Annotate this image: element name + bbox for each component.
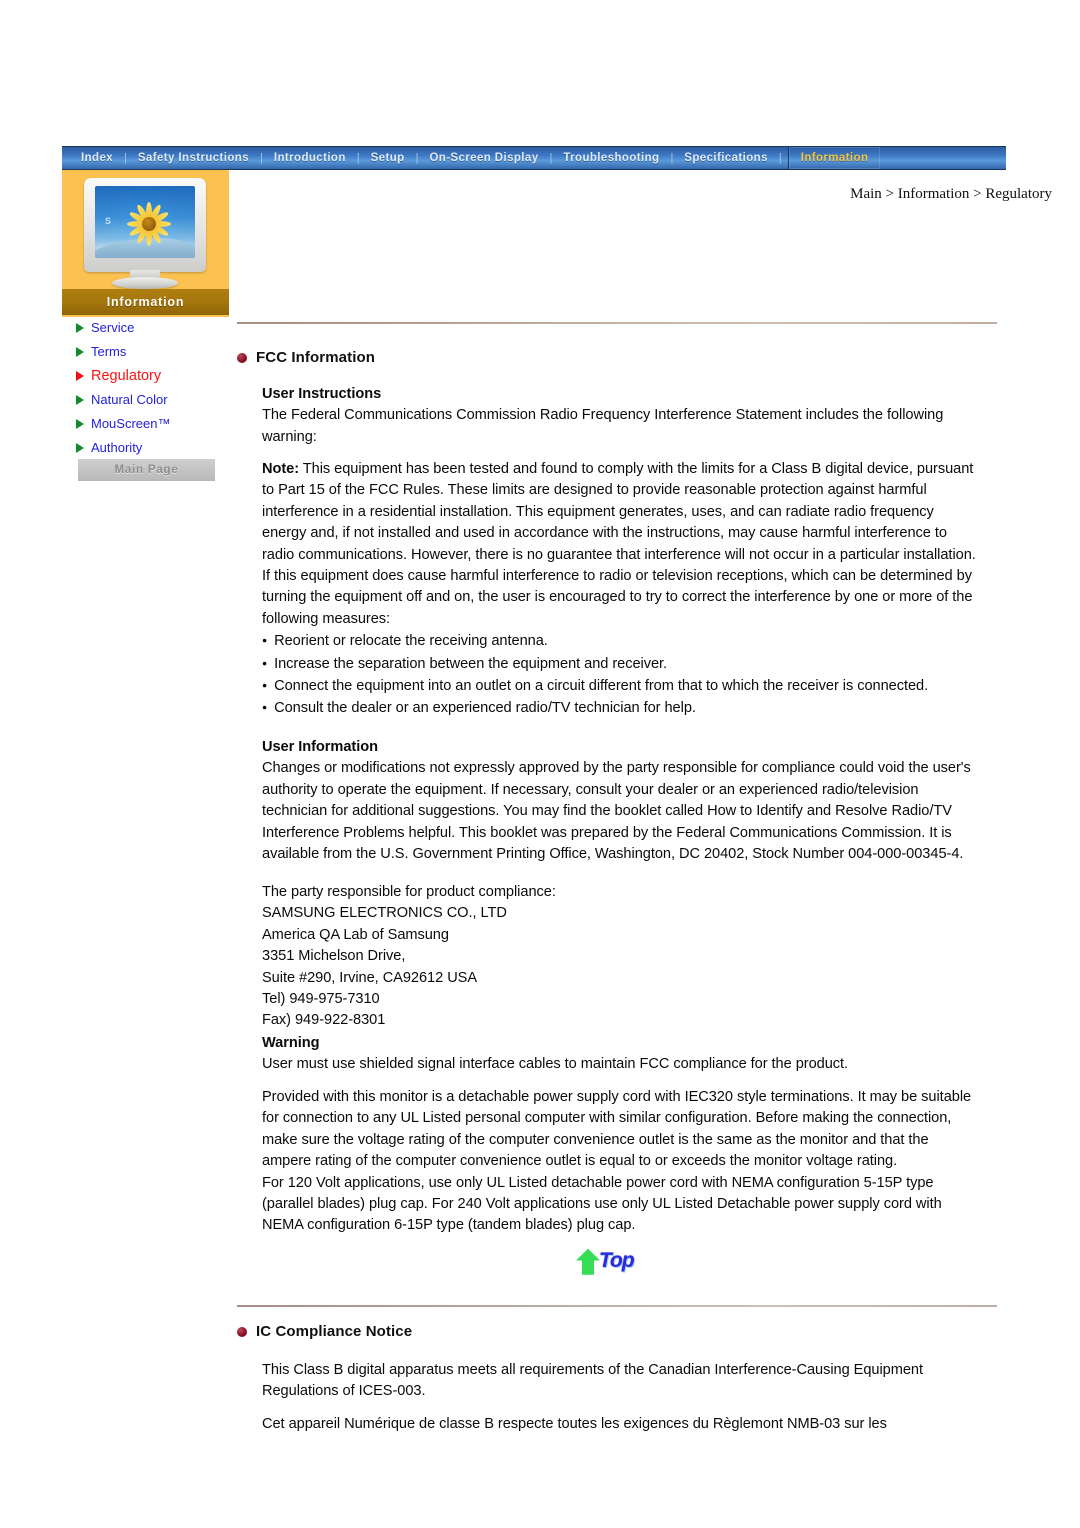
nav-item-troubleshooting[interactable]: Troubleshooting <box>554 147 668 169</box>
warning-body: User must use shielded signal interface … <box>262 1056 849 1073</box>
ic-french-body: Cet appareil Numérique de classe B respe… <box>262 1416 887 1432</box>
sidebar-item-label: Authority <box>91 440 143 455</box>
fcc-information-heading-label: FCC Information <box>256 349 375 366</box>
nav-separator: | <box>124 152 127 164</box>
page-root: Index | Safety Instructions | Introducti… <box>0 0 1080 1528</box>
monitor-bezel: S <box>84 178 206 272</box>
maroon-dot-icon <box>237 352 247 363</box>
measure-item: Connect the equipment into an outlet on … <box>262 675 978 697</box>
sidebar-section-label: Information <box>106 295 185 309</box>
triangle-bullet-icon <box>76 419 84 429</box>
compliance-line: 3351 Michelson Drive, <box>262 948 406 965</box>
compliance-line: Suite #290, Irvine, CA92612 USA <box>262 969 478 986</box>
nav-item-on-screen-display[interactable]: On-Screen Display <box>420 147 547 169</box>
ic-compliance-heading: IC Compliance Notice <box>237 1323 412 1340</box>
back-to-top-button[interactable]: Top <box>571 1243 653 1281</box>
sidebar-item-label: Natural Color <box>91 392 168 407</box>
warning-block: Warning User must use shielded signal in… <box>262 1033 978 1076</box>
sunflower-icon <box>125 200 173 248</box>
triangle-bullet-icon <box>76 443 84 453</box>
user-instructions-subheading: User Instructions <box>262 386 382 402</box>
compliance-line: The party responsible for product compli… <box>262 884 556 900</box>
back-to-top-label: Top <box>599 1249 635 1272</box>
triangle-bullet-icon <box>76 323 84 333</box>
measure-item: Reorient or relocate the receiving anten… <box>262 630 978 652</box>
user-information-block: User Information Changes or modification… <box>262 737 978 865</box>
nav-separator: | <box>260 152 263 164</box>
sidebar-item-mouscreen[interactable]: MouScreen™ <box>76 412 236 436</box>
user-instructions-block: User Instructions The Federal Communicat… <box>262 384 978 448</box>
breadcrumb: Main > Information > Regulatory <box>850 186 1052 202</box>
nav-separator: | <box>778 152 782 164</box>
compliance-line: Tel) 949-975-7310 <box>262 991 380 1008</box>
screen-brand-logo: S <box>105 216 112 226</box>
triangle-bullet-icon <box>76 371 84 381</box>
monitor-illustration: S <box>78 178 213 290</box>
sidebar-item-label: Terms <box>91 344 127 359</box>
sunflower-core <box>142 217 156 231</box>
ic-english-body: This Class B digital apparatus meets all… <box>262 1362 923 1400</box>
maroon-dot-icon <box>237 1326 247 1337</box>
measure-item: Consult the dealer or an experienced rad… <box>262 697 978 719</box>
power-cord-block: Provided with this monitor is a detachab… <box>262 1087 978 1237</box>
ic-english-block: This Class B digital apparatus meets all… <box>262 1360 978 1403</box>
nav-separator: | <box>415 152 419 164</box>
note-body: This equipment has been tested and found… <box>262 461 976 627</box>
sidebar-item-authority[interactable]: Authority <box>76 436 236 460</box>
sidebar-item-natural-color[interactable]: Natural Color <box>76 388 236 412</box>
sidebar-section-band: Information <box>62 289 229 315</box>
user-information-body: Changes or modifications not expressly a… <box>262 760 971 863</box>
compliance-contact-block: The party responsible for product compli… <box>262 882 978 1032</box>
monitor-screen: S <box>95 186 195 258</box>
triangle-bullet-icon <box>76 347 84 357</box>
warning-subheading: Warning <box>262 1035 320 1051</box>
ic-compliance-heading-label: IC Compliance Notice <box>256 1323 413 1340</box>
sidebar-item-regulatory[interactable]: Regulatory <box>76 364 236 388</box>
nav-item-specifications[interactable]: Specifications <box>675 147 777 169</box>
main-page-button[interactable]: Main Page <box>78 459 215 481</box>
triangle-bullet-icon <box>76 395 84 405</box>
compliance-line: America QA Lab of Samsung <box>262 926 449 943</box>
sidebar-item-service[interactable]: Service <box>76 316 236 340</box>
nav-item-index[interactable]: Index <box>72 147 122 169</box>
nav-item-information[interactable]: Information <box>787 147 881 169</box>
sidebar-item-label: Regulatory <box>91 368 162 384</box>
note-label: Note: <box>262 461 300 477</box>
power-cord-body: Provided with this monitor is a detachab… <box>262 1089 972 1170</box>
user-information-subheading: User Information <box>262 739 378 755</box>
fcc-information-heading: FCC Information <box>237 349 375 366</box>
sidebar-item-label: Service <box>91 320 135 335</box>
divider-top <box>237 322 997 324</box>
nav-item-safety-instructions[interactable]: Safety Instructions <box>129 147 258 169</box>
top-navigation-bar: Index | Safety Instructions | Introducti… <box>62 146 1006 170</box>
nav-item-setup[interactable]: Setup <box>362 147 414 169</box>
nav-item-introduction[interactable]: Introduction <box>265 147 355 169</box>
compliance-line: Fax) 949-922-8301 <box>262 1012 386 1029</box>
nav-separator: | <box>670 152 674 164</box>
fcc-note-block: Note: This equipment has been tested and… <box>262 459 978 720</box>
main-page-button-label: Main Page <box>114 464 179 476</box>
nema-body: For 120 Volt applications, use only UL L… <box>262 1174 942 1234</box>
sidebar-item-label: MouScreen™ <box>91 416 171 431</box>
compliance-line: SAMSUNG ELECTRONICS CO., LTD <box>262 905 507 922</box>
user-instructions-body: The Federal Communications Commission Ra… <box>262 407 944 445</box>
sidebar-menu: Service Terms Regulatory Natural Color M… <box>76 316 236 460</box>
nav-separator: | <box>549 152 553 164</box>
nav-separator: | <box>356 152 360 164</box>
measure-item: Increase the separation between the equi… <box>262 653 978 675</box>
divider-middle <box>237 1305 997 1307</box>
monitor-base <box>112 277 178 289</box>
ic-french-block: Cet appareil Numérique de classe B respe… <box>262 1414 978 1435</box>
sidebar-item-terms[interactable]: Terms <box>76 340 236 364</box>
